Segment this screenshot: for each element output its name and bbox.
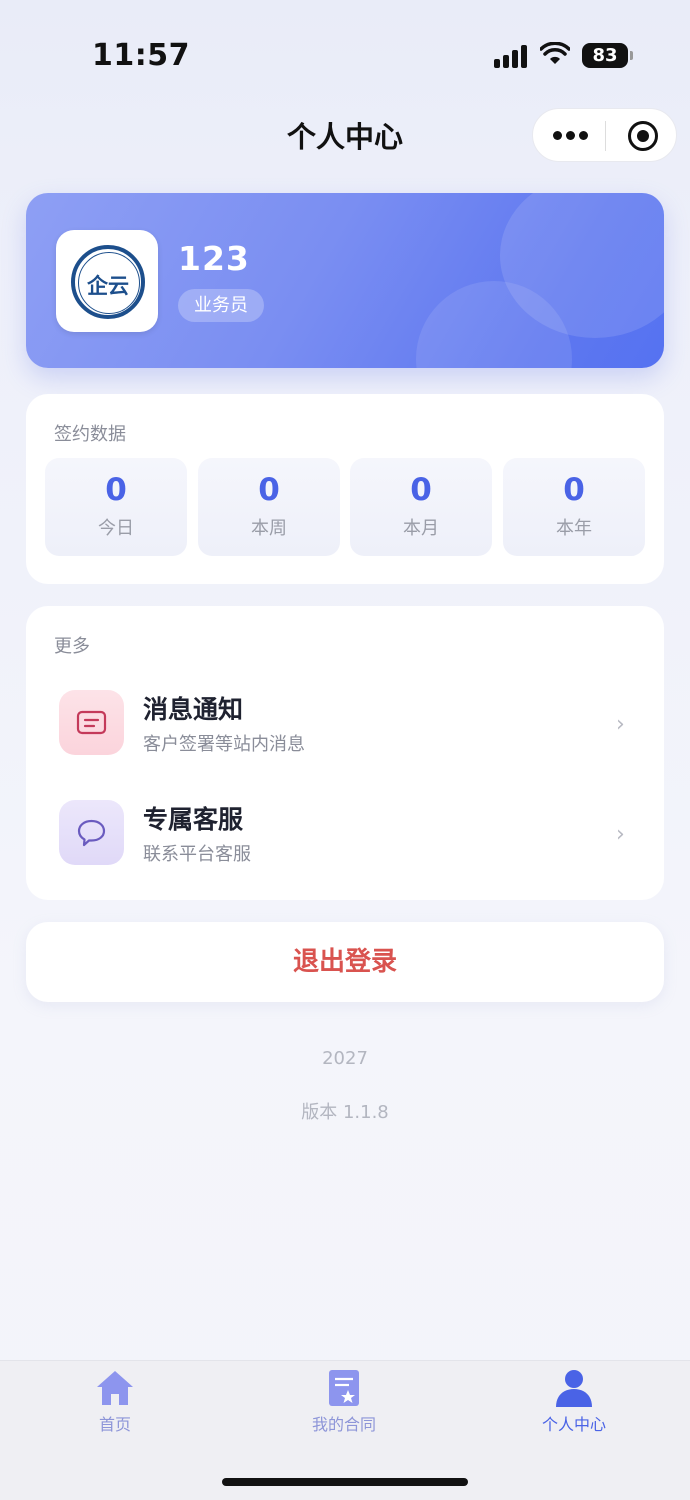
menu-item-subtitle: 联系平台客服: [143, 844, 251, 865]
contract-icon: [329, 1370, 359, 1406]
signing-stats-card: 签约数据 0 今日 0 本周 0 本月 0 本年: [26, 394, 664, 584]
menu-item-notifications[interactable]: 消息通知 客户签署等站内消息 ›: [26, 680, 664, 770]
mini-program-capsule: [532, 108, 677, 162]
stat-label: 本年: [556, 518, 592, 539]
status-time: 11:57: [92, 38, 190, 73]
battery-icon: 83: [582, 43, 633, 68]
menu-item-subtitle: 客户签署等站内消息: [143, 734, 305, 755]
stat-label: 今日: [98, 518, 134, 539]
company-logo: 企云: [71, 245, 145, 319]
stat-year: 0 本年: [503, 458, 645, 556]
section-title: 更多: [54, 636, 90, 657]
capsule-divider: [605, 121, 606, 151]
stat-value: 0: [258, 472, 280, 508]
stat-label: 本月: [403, 518, 439, 539]
stat-label: 本周: [251, 518, 287, 539]
avatar[interactable]: 企云: [56, 230, 158, 332]
close-mini-program-icon[interactable]: [628, 121, 658, 151]
menu-item-title: 专属客服: [143, 805, 244, 834]
home-icon: [97, 1371, 133, 1405]
wifi-icon: [540, 42, 570, 64]
status-bar: 11:57 83: [0, 0, 690, 110]
tab-home[interactable]: 首页: [35, 1369, 195, 1449]
tab-label: 个人中心: [541, 1415, 606, 1434]
stat-value: 0: [410, 472, 432, 508]
tab-personal-center[interactable]: 个人中心: [494, 1369, 654, 1449]
footer-version: 版本 1.1.8: [301, 1102, 389, 1123]
section-title: 签约数据: [54, 424, 126, 445]
chevron-right-icon: ›: [616, 822, 625, 847]
logo-text: 企云: [87, 274, 129, 298]
profile-card: 企云 123 业务员: [26, 193, 664, 368]
user-name: 123: [178, 239, 250, 278]
stat-today: 0 今日: [45, 458, 187, 556]
stat-week: 0 本周: [198, 458, 340, 556]
user-icon: [556, 1370, 592, 1407]
stat-value: 0: [105, 472, 127, 508]
chat-bubble-icon: [59, 800, 124, 865]
footer-year: 2027: [322, 1048, 368, 1069]
message-icon: [59, 690, 124, 755]
tab-my-contracts[interactable]: 我的合同: [264, 1369, 424, 1449]
chevron-right-icon: ›: [616, 712, 625, 737]
stat-month: 0 本月: [350, 458, 492, 556]
home-indicator: [222, 1478, 468, 1486]
tab-label: 首页: [98, 1415, 131, 1434]
cellular-signal-icon: [494, 44, 528, 68]
more-card: 更多 消息通知 客户签署等站内消息 › 专属客服 联系平台客服 ›: [26, 606, 664, 900]
stat-value: 0: [563, 472, 585, 508]
logout-button[interactable]: 退出登录: [26, 922, 664, 1002]
role-badge: 业务员: [178, 289, 264, 322]
menu-item-customer-service[interactable]: 专属客服 联系平台客服 ›: [26, 790, 664, 880]
tab-label: 我的合同: [311, 1415, 376, 1434]
menu-item-title: 消息通知: [143, 695, 244, 724]
more-options-icon[interactable]: [553, 125, 589, 145]
